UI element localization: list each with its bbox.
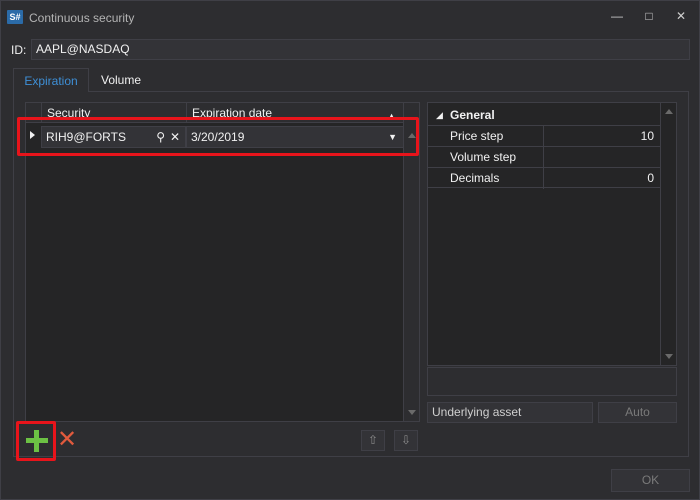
tab-volume[interactable]: Volume [91,68,151,92]
add-button-highlight-box [16,421,56,461]
category-general[interactable]: ◢ General [428,105,660,125]
property-row-price-step[interactable]: Price step 10 [428,125,660,147]
collapse-icon[interactable]: ◢ [436,105,443,125]
property-name: Decimals [450,171,500,185]
property-row-decimals[interactable]: Decimals 0 [428,167,660,189]
property-value[interactable]: 10 [544,126,658,147]
id-label: ID: [11,43,27,57]
property-description [427,367,677,396]
delete-button[interactable]: ✕ [56,428,78,452]
auto-button[interactable]: Auto [598,402,677,423]
property-name: Price step [450,129,504,143]
property-scrollbar[interactable] [660,103,676,365]
ok-button[interactable]: OK [611,469,690,492]
category-title: General [450,108,495,122]
property-name: Volume step [450,150,517,164]
underlying-asset-input[interactable]: Underlying asset [427,402,593,423]
scroll-up-icon[interactable] [665,109,673,114]
window-title: Continuous security [29,11,135,25]
property-value[interactable]: 0 [544,168,658,189]
id-field[interactable]: AAPL@NASDAQ [31,39,690,60]
property-grid: ◢ General Price step 10 Volume step Deci… [427,102,677,366]
move-up-button[interactable]: ⇧ [361,430,385,451]
row-highlight-box [17,117,419,156]
property-divider [543,147,544,168]
move-down-button[interactable]: ⇩ [394,430,418,451]
maximize-button[interactable]: □ [638,7,660,25]
property-row-volume-step[interactable]: Volume step [428,146,660,168]
close-button[interactable]: ✕ [670,7,692,25]
minimize-button[interactable]: — [606,7,628,25]
title-bar[interactable]: S# Continuous security — □ ✕ [1,1,699,33]
app-icon: S# [7,10,23,24]
continuous-security-window: S# Continuous security — □ ✕ ID: AAPL@NA… [0,0,700,500]
scroll-down-icon[interactable] [665,354,673,359]
tab-expiration[interactable]: Expiration [13,68,89,92]
scroll-down-icon[interactable] [408,410,416,415]
